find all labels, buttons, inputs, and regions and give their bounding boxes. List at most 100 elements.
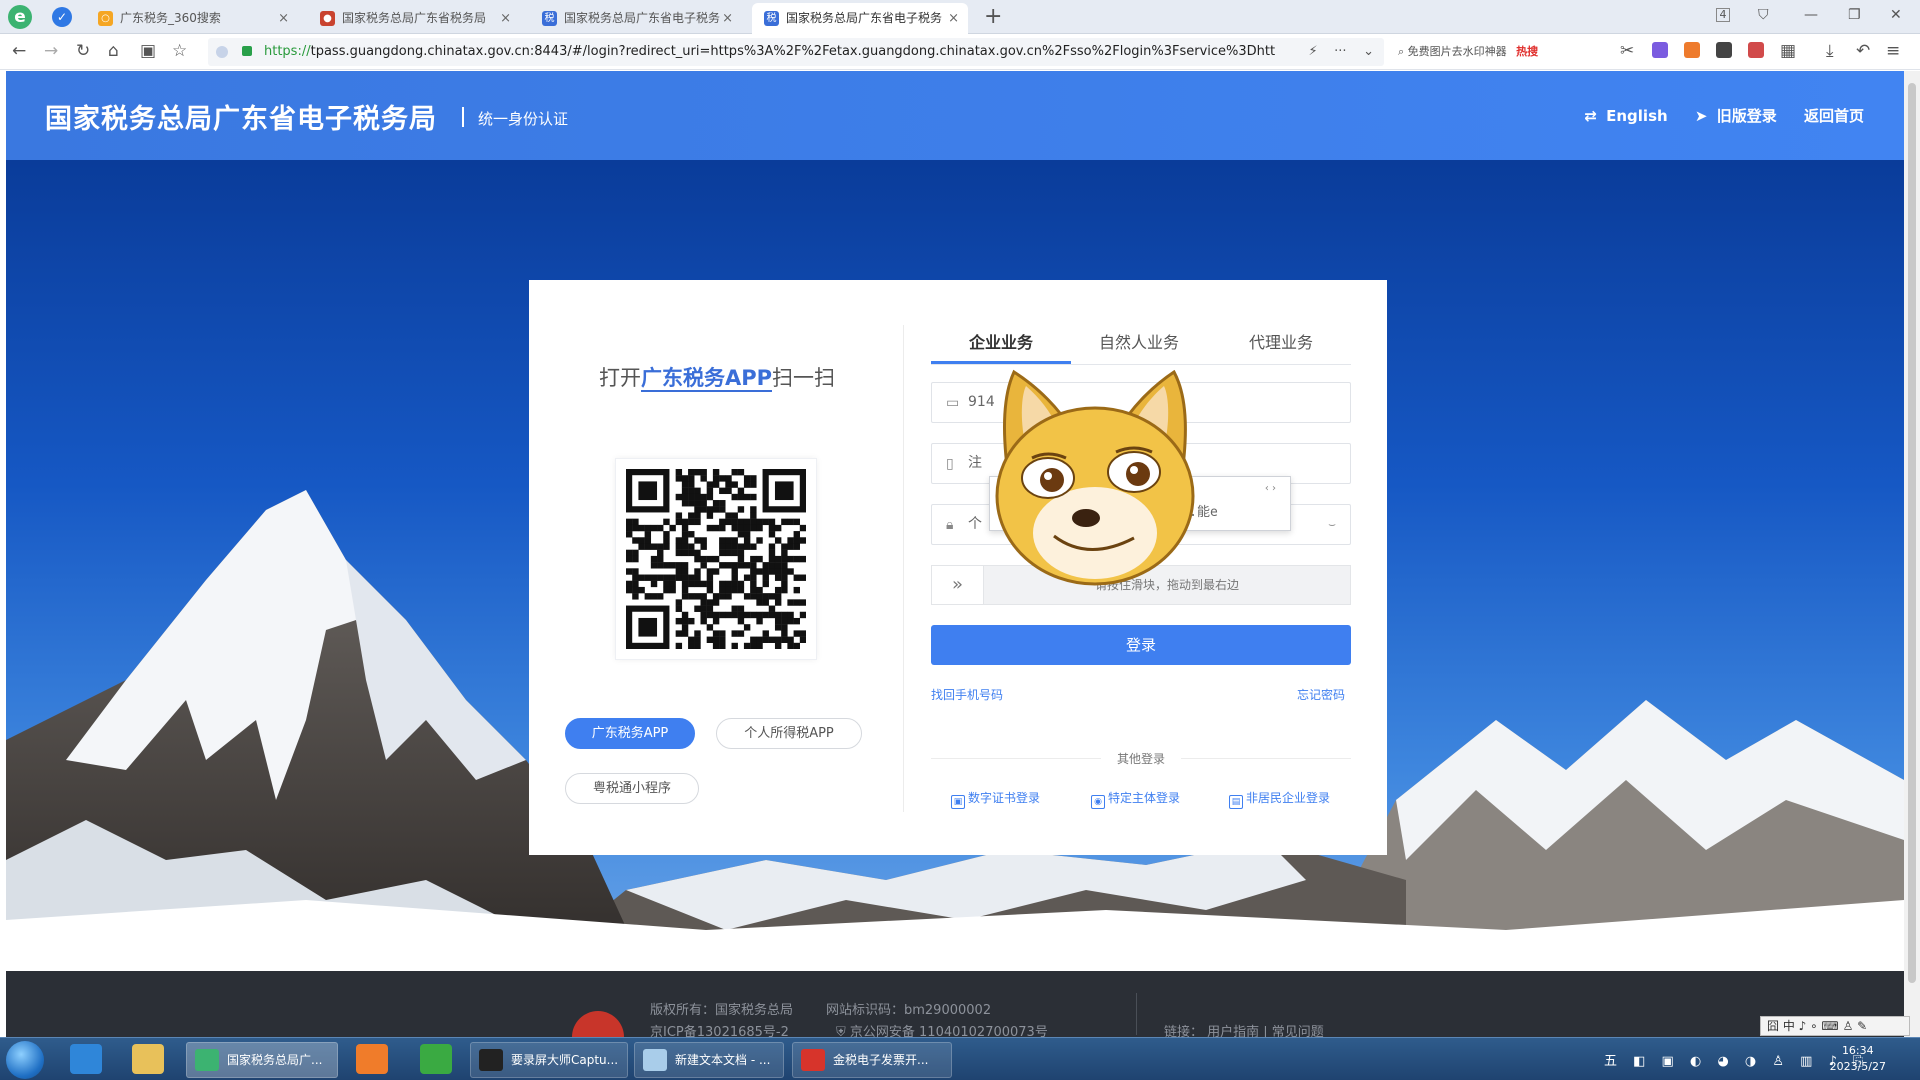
more-icon[interactable]: ··· <box>1334 44 1346 59</box>
page-scrollbar[interactable] <box>1904 71 1920 1037</box>
taskbar-item-browser[interactable]: 国家税务总局广... <box>186 1042 338 1078</box>
qr-module <box>774 636 782 643</box>
browser-tab-2[interactable]: ● 国家税务总局广东省税务局 × <box>308 3 520 34</box>
wechat-icon[interactable] <box>420 1044 452 1074</box>
qr-module <box>799 599 806 606</box>
qr-module <box>712 630 720 637</box>
undo-icon[interactable]: ↶ <box>1856 40 1870 62</box>
explorer-folder-icon[interactable] <box>132 1044 164 1074</box>
qr-code-image <box>626 469 806 649</box>
pinned-tab-icon[interactable]: ✓ <box>52 7 72 27</box>
qr-module <box>743 537 751 544</box>
old-login-link[interactable]: 旧版登录 <box>1717 107 1777 125</box>
apps-grid-icon[interactable]: ▦ <box>1780 40 1796 62</box>
taskbar-item-notepad[interactable]: 新建文本文档 - ... <box>634 1042 784 1078</box>
translate-icon[interactable] <box>1748 42 1764 58</box>
game-icon[interactable] <box>1684 42 1700 58</box>
qr-module <box>781 617 788 625</box>
menu-icon[interactable]: ≡ <box>1886 40 1900 62</box>
taskbar-item-invoice[interactable]: 金税电子发票开... <box>792 1042 952 1078</box>
browser-tab-3[interactable]: 税 国家税务总局广东省电子税务 × <box>530 3 742 34</box>
qr-module <box>688 580 695 588</box>
restore-icon[interactable]: ❐ <box>1848 4 1861 26</box>
qr-code[interactable] <box>615 458 817 660</box>
home-link[interactable]: 返回首页 <box>1804 107 1864 125</box>
nonresident-login-link[interactable]: ▤ 非居民企业登录 <box>1229 789 1330 809</box>
qr-module <box>694 574 701 581</box>
url-text[interactable]: https://tpass.guangdong.chinatax.gov.cn:… <box>264 38 1304 66</box>
download-icon[interactable]: ⤓ <box>1826 40 1834 62</box>
footer-police[interactable]: ⛨ 京公网安备 11040102700073号 <box>836 1021 1048 1037</box>
qr-title-suffix: 扫一扫 <box>772 366 836 390</box>
taskbar-clock[interactable]: 16:34 2023/5/27 <box>1830 1043 1886 1075</box>
qr-module <box>638 574 645 581</box>
footer-icp[interactable]: 京ICP备13021685号-2 <box>650 1021 789 1037</box>
browser-tab-4-active[interactable]: 税 国家税务总局广东省电子税务 × <box>752 3 968 34</box>
site-info-icon[interactable] <box>216 46 228 58</box>
cert-login-link[interactable]: ▣ 数字证书登录 <box>951 789 1040 809</box>
gd-tax-app-button[interactable]: 广东税务APP <box>565 718 695 749</box>
login-button[interactable]: 登录 <box>931 625 1351 665</box>
lightning-icon[interactable]: ⚡ <box>1308 44 1317 59</box>
taskbar-item-recorder[interactable]: 要录屏大师Captu... <box>470 1042 628 1078</box>
eye-closed-icon[interactable]: ⌣ <box>1328 505 1336 544</box>
special-entity-login-link[interactable]: ◉ 特定主体登录 <box>1091 789 1180 809</box>
scrollbar-thumb[interactable] <box>1908 83 1916 983</box>
browser-tab-1[interactable]: ○ 广东税务_360搜索 × <box>86 3 298 34</box>
chevron-down-icon[interactable]: ⌄ <box>1363 44 1374 59</box>
tab-close-icon[interactable]: × <box>722 3 733 34</box>
browser-logo-icon[interactable]: e <box>8 5 32 29</box>
url-bar[interactable]: https://tpass.guangdong.chinatax.gov.cn:… <box>208 38 1384 66</box>
ie-icon[interactable] <box>70 1044 102 1074</box>
qr-module <box>743 493 751 501</box>
tab-enterprise[interactable]: 企业业务 <box>969 329 1033 353</box>
search-box[interactable]: ⌕ 免费图片去水印神器 热搜 <box>1398 38 1608 66</box>
forgot-password-link[interactable]: 忘记密码 <box>1297 686 1345 703</box>
qr-module <box>712 642 720 649</box>
sidebar-icon[interactable] <box>1716 42 1732 58</box>
site-footer: 版权所有：国家税务总局 京ICP备13021685号-2 网站标识码：bm290… <box>6 971 1904 1037</box>
wallet-icon[interactable]: ▣ <box>140 40 156 62</box>
iit-app-button[interactable]: 个人所得税APP <box>716 718 862 749</box>
reload-icon[interactable]: ↻ <box>76 40 90 62</box>
forward-icon[interactable]: → <box>44 40 58 62</box>
cert-login-label: 数字证书登录 <box>968 791 1041 805</box>
qr-module <box>700 611 707 619</box>
tab-individual[interactable]: 自然人业务 <box>1099 329 1179 353</box>
favorites-star-icon[interactable]: ☆ <box>172 40 187 62</box>
home-icon[interactable]: ⌂ <box>108 40 119 62</box>
recover-phone-link[interactable]: 找回手机号码 <box>931 686 1003 703</box>
qr-module <box>762 568 769 575</box>
tab-agent[interactable]: 代理业务 <box>1249 329 1313 353</box>
qr-module <box>632 518 639 526</box>
qr-module <box>694 493 701 501</box>
qr-module <box>681 537 689 544</box>
search-icon: ⌕ <box>1398 45 1405 58</box>
footer-links[interactable]: 链接： 用户指南 | 常见问题 <box>1164 1021 1324 1037</box>
qr-module <box>681 549 689 557</box>
minimize-icon[interactable]: — <box>1804 4 1818 26</box>
qr-module <box>657 562 664 569</box>
tab-close-icon[interactable]: × <box>500 3 511 34</box>
miniprogram-button[interactable]: 粤税通小程序 <box>565 773 699 804</box>
tab-close-icon[interactable]: × <box>278 3 289 34</box>
english-link[interactable]: English <box>1606 107 1668 125</box>
back-icon[interactable]: ← <box>12 40 26 62</box>
qr-module <box>750 512 757 519</box>
qr-module <box>787 599 794 606</box>
double-chevron-right-icon[interactable]: » <box>932 566 984 604</box>
skin-icon[interactable]: ⛉ <box>1758 4 1769 26</box>
close-window-icon[interactable]: ✕ <box>1890 4 1902 26</box>
scissors-icon[interactable]: ✂ <box>1620 40 1634 62</box>
extension-icon[interactable] <box>1652 42 1668 58</box>
pdf-app-icon[interactable] <box>356 1044 388 1074</box>
hot-search-label[interactable]: 热搜 <box>1516 45 1538 58</box>
qr-module <box>756 586 763 594</box>
tab-label: 国家税务总局广东省电子税务 <box>786 11 943 25</box>
start-button[interactable] <box>6 1041 44 1079</box>
qr-module <box>688 475 695 482</box>
ime-toolbar[interactable]: 囧 中 ♪ ∘ ⌨ ♙ ✎ <box>1760 1016 1910 1036</box>
new-tab-button[interactable]: + <box>984 4 1002 30</box>
tab-count-badge[interactable]: 4 <box>1716 8 1730 22</box>
tab-close-icon[interactable]: × <box>948 3 959 34</box>
